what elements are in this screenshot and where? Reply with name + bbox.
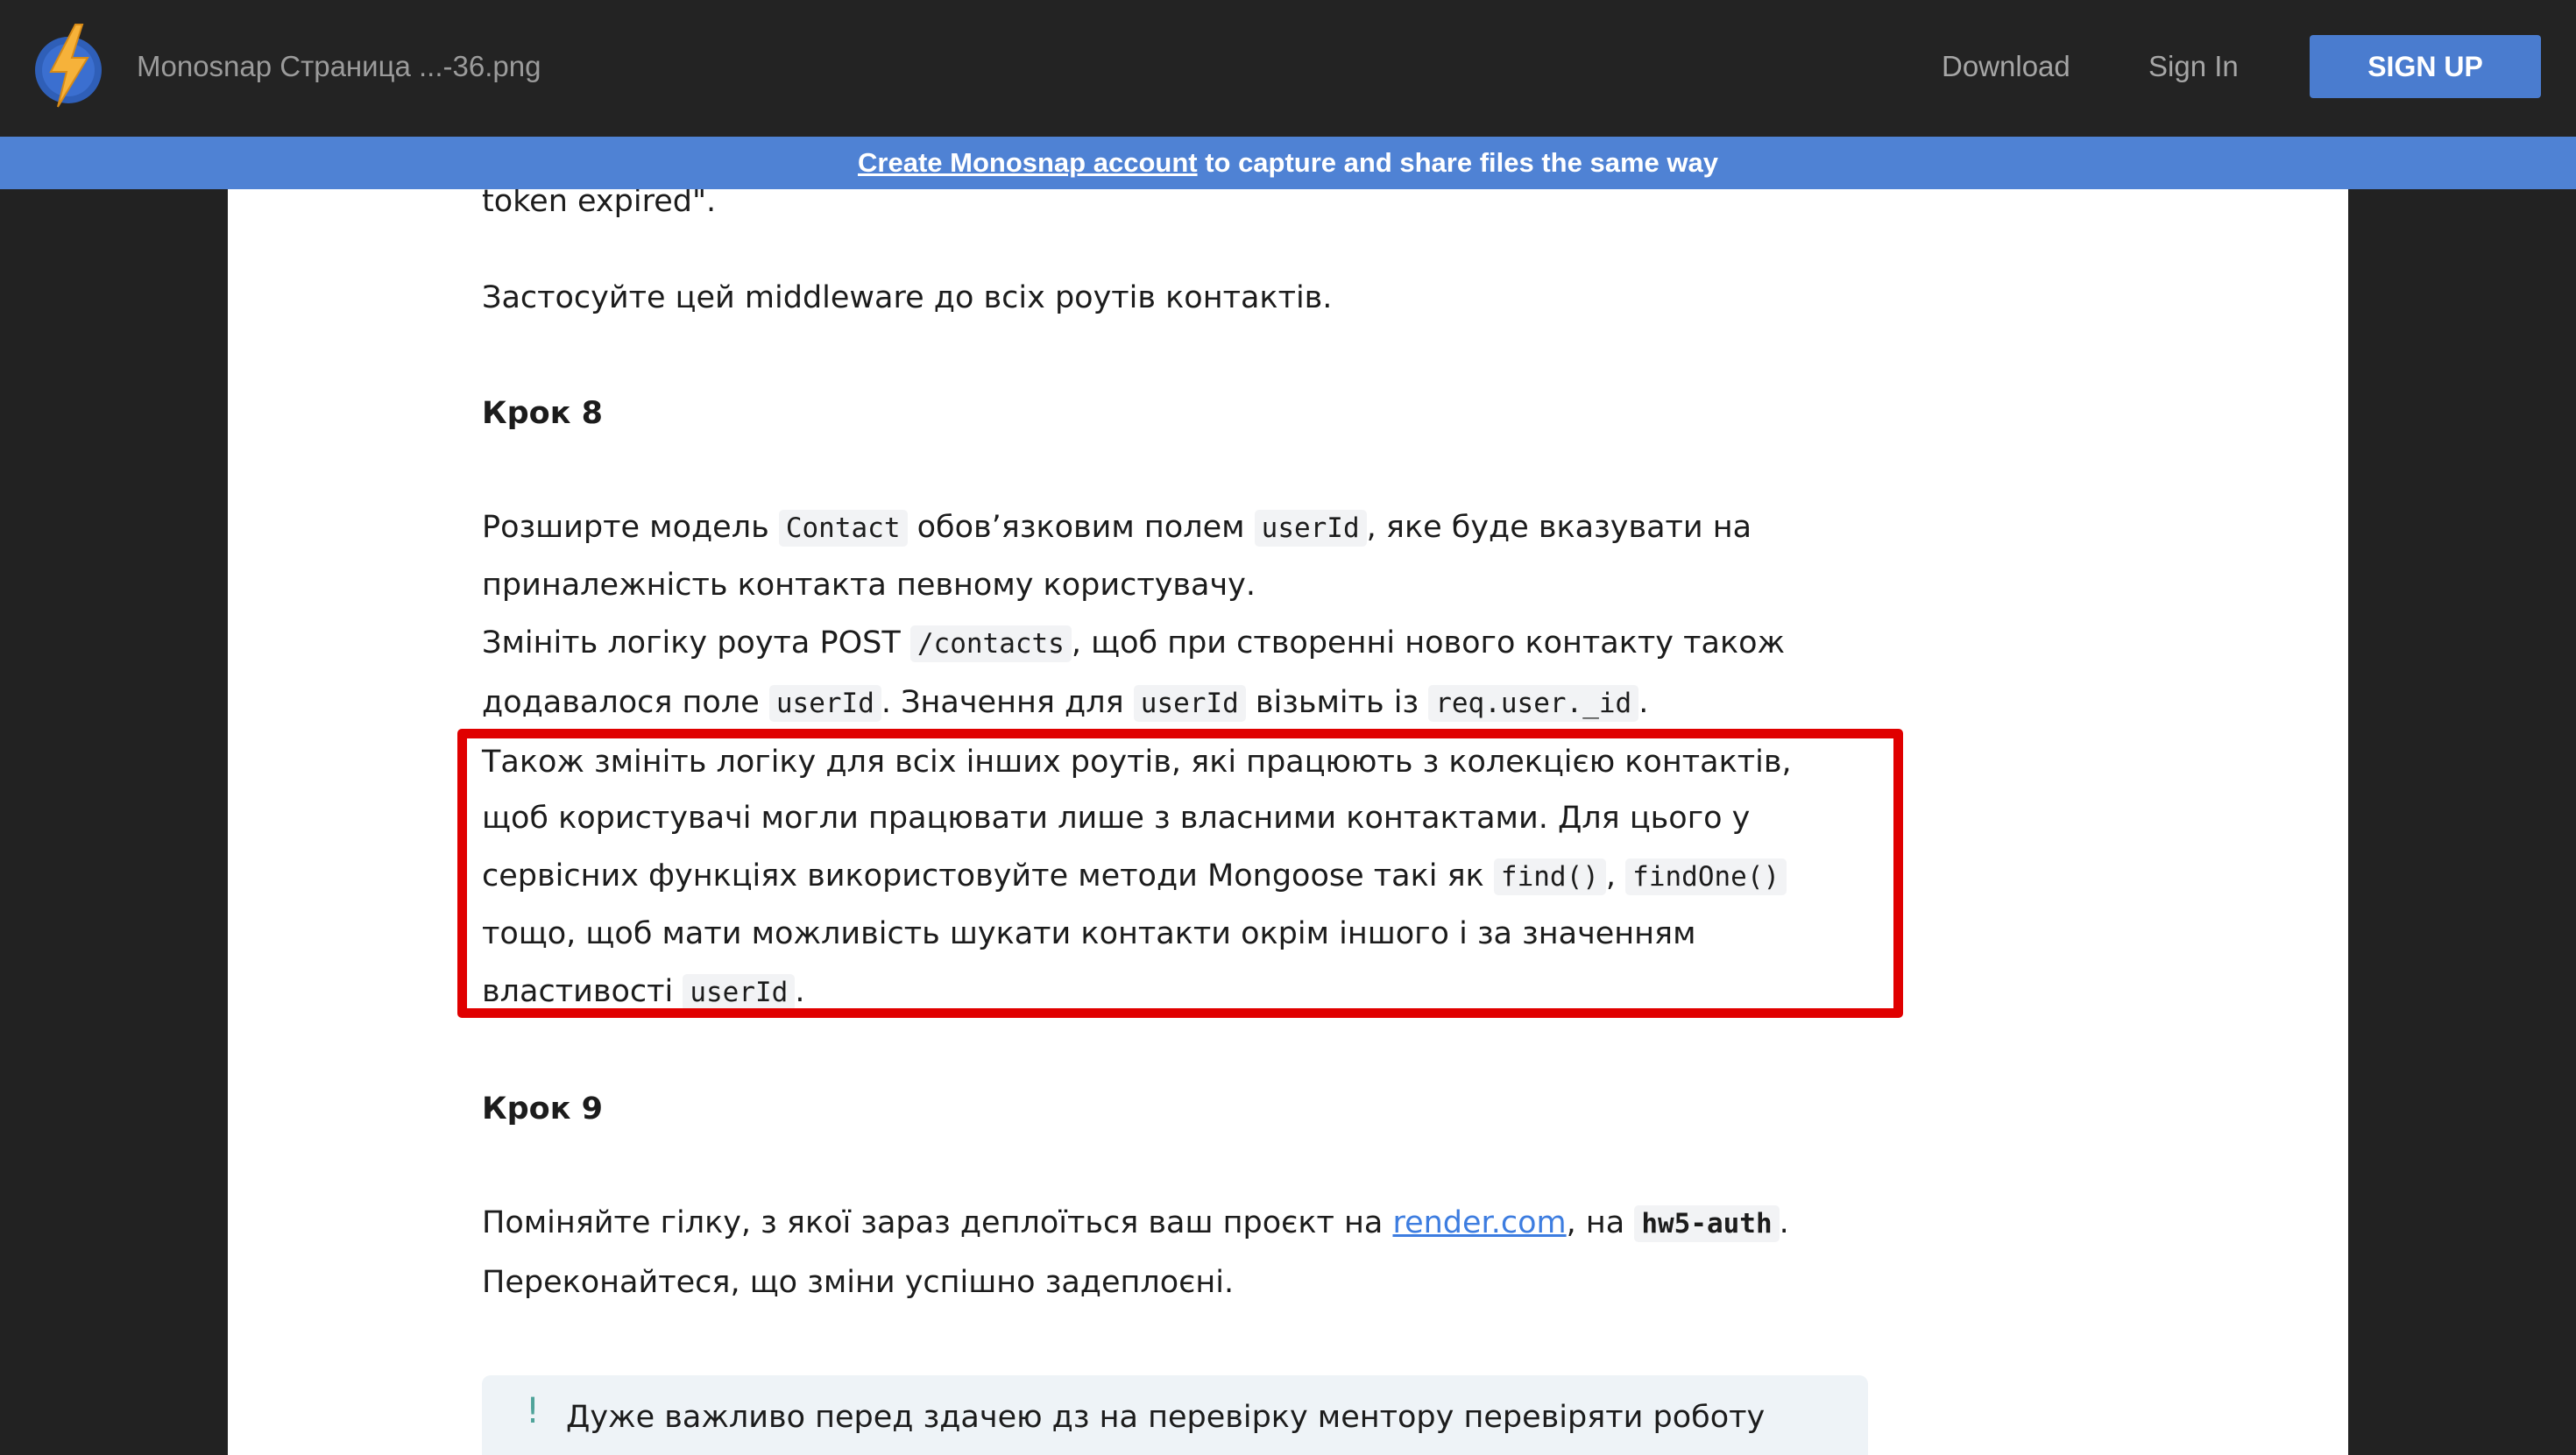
top-bar: Monosnap Страница ...-36.png Download Si… bbox=[0, 0, 2576, 137]
sign-in-link[interactable]: Sign In bbox=[2148, 46, 2239, 88]
promo-banner: Create Monosnap account to capture and s… bbox=[0, 137, 2576, 189]
step8-paragraph-line-2: приналежність контакта певному користува… bbox=[482, 568, 1256, 603]
step9-line-2: Переконайтеся, що зміни успішно задеплоє… bbox=[482, 1265, 1235, 1300]
create-account-link[interactable]: Create Monosnap account bbox=[858, 147, 1198, 179]
exclamation-icon: ! bbox=[526, 1391, 541, 1431]
download-link[interactable]: Download bbox=[1942, 46, 2070, 88]
step8-paragraph-line-4: додавалося поле userId. Значення для use… bbox=[482, 685, 1649, 722]
cut-off-line: token expired". bbox=[482, 189, 717, 219]
file-title: Monosnap Страница ...-36.png bbox=[137, 50, 541, 82]
code-userid: userId bbox=[1254, 510, 1367, 547]
step8-paragraph-line-1: Розширте модель Contact обов’язковим пол… bbox=[482, 510, 1752, 547]
step9-line-1: Поміняйте гілку, з якої зараз деплоїться… bbox=[482, 1205, 1789, 1242]
banner-text: to capture and share files the same way bbox=[1197, 147, 1718, 178]
note-text: Дуже важливо перед здачею дз на перевірк… bbox=[566, 1400, 1766, 1435]
red-highlight-box bbox=[457, 729, 1903, 1018]
code-req-user-id: req.user._id bbox=[1428, 685, 1639, 722]
render-link[interactable]: render.com bbox=[1392, 1205, 1566, 1240]
monosnap-logo-icon[interactable] bbox=[32, 23, 105, 109]
step8-paragraph-line-3: Змініть логіку роута POST /contacts, щоб… bbox=[482, 625, 1786, 662]
sign-up-button[interactable]: SIGN UP bbox=[2310, 35, 2541, 98]
step9-heading: Крок 9 bbox=[482, 1091, 604, 1127]
code-contacts-route: /contacts bbox=[909, 625, 1072, 662]
code-userid: userId bbox=[1133, 685, 1246, 722]
code-contact: Contact bbox=[778, 510, 908, 547]
important-note: ! Дуже важливо перед здачею дз на переві… bbox=[482, 1375, 1868, 1455]
step8-heading: Крок 8 bbox=[482, 396, 604, 431]
step7-apply-text: Застосуйте цей middleware до всіх роутів… bbox=[482, 280, 1333, 315]
code-userid: userId bbox=[768, 685, 881, 722]
document-view[interactable]: token expired". Застосуйте цей middlewar… bbox=[228, 189, 2348, 1455]
code-hw5-auth: hw5-auth bbox=[1634, 1205, 1780, 1242]
